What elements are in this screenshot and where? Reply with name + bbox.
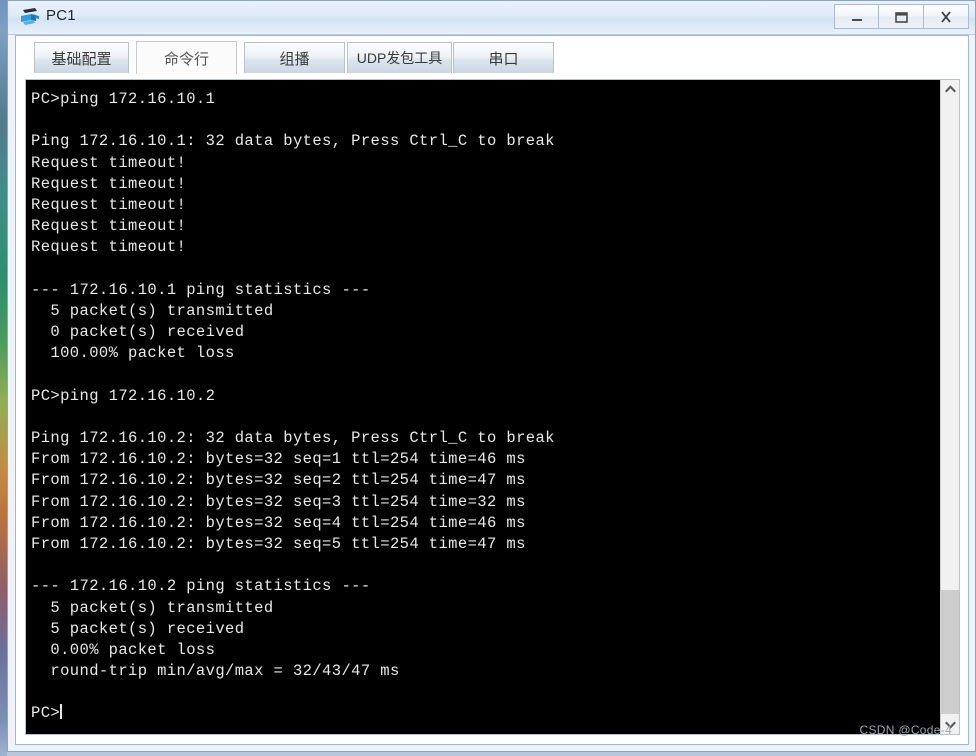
tab-basic-config[interactable]: 基础配置: [34, 42, 129, 73]
tab-udp-tool[interactable]: UDP发包工具: [347, 42, 452, 73]
watermark-text: CSDN @Code-4: [859, 723, 952, 737]
terminal-line: Ping 172.16.10.1: 32 data bytes, Press C…: [31, 132, 555, 151]
terminal-line: 0.00% packet loss: [31, 640, 216, 659]
tab-label: 串口: [488, 50, 519, 68]
tab-label: 组播: [279, 50, 310, 68]
terminal-line: From 172.16.10.2: bytes=32 seq=5 ttl=254…: [31, 534, 526, 553]
terminal-cursor: [60, 704, 63, 720]
terminal-line: 0 packet(s) received: [31, 323, 245, 342]
pc1-window: PC1 基础配置 命令行 组播 UDP发包工具 串口 PC>ping 172.1…: [7, 0, 976, 752]
close-button[interactable]: [924, 4, 969, 29]
terminal-line: Request timeout!: [31, 174, 187, 193]
tab-label: 基础配置: [51, 50, 112, 68]
desktop-background-edge: [0, 0, 7, 756]
minimize-button[interactable]: [834, 4, 879, 29]
terminal-line: 100.00% packet loss: [31, 344, 235, 363]
terminal-line: Request timeout!: [31, 238, 187, 257]
terminal-line: --- 172.16.10.2 ping statistics ---: [31, 577, 371, 596]
tab-serial-port[interactable]: 串口: [453, 42, 554, 73]
terminal-line: PC>ping 172.16.10.1: [31, 90, 216, 108]
scrollbar-track[interactable]: [941, 98, 959, 716]
scroll-up-button[interactable]: [941, 80, 959, 98]
terminal-line: From 172.16.10.2: bytes=32 seq=3 ttl=254…: [31, 492, 526, 511]
terminal-line: Ping 172.16.10.2: 32 data bytes, Press C…: [31, 429, 555, 447]
terminal-line: From 172.16.10.2: bytes=32 seq=1 ttl=254…: [31, 450, 526, 469]
terminal-line: PC>ping 172.16.10.2: [31, 386, 216, 405]
screenshot-root: PC1 基础配置 命令行 组播 UDP发包工具 串口 PC>ping 172.1…: [0, 0, 976, 756]
tab-label: UDP发包工具: [356, 50, 443, 66]
scrollbar-thumb[interactable]: [941, 590, 959, 714]
window-title: PC1: [46, 7, 76, 24]
terminal-line: round-trip min/avg/max = 32/43/47 ms: [31, 662, 400, 681]
tab-label: 命令行: [163, 50, 209, 68]
terminal-output[interactable]: PC>ping 172.16.10.1 Ping 172.16.10.1: 32 …: [26, 80, 942, 734]
terminal-line: 5 packet(s) transmitted: [31, 301, 274, 320]
window-titlebar[interactable]: PC1: [8, 1, 975, 35]
tab-bar: 基础配置 命令行 组播 UDP发包工具 串口: [16, 36, 968, 74]
terminal-line: Request timeout!: [31, 153, 187, 172]
terminal-line: From 172.16.10.2: bytes=32 seq=4 ttl=254…: [31, 513, 526, 532]
maximize-button[interactable]: [879, 4, 924, 29]
terminal-line: PC>: [31, 704, 63, 723]
terminal-line: 5 packet(s) received: [31, 619, 245, 638]
pc-device-icon: [19, 7, 41, 27]
terminal-line: 5 packet(s) transmitted: [31, 598, 274, 617]
terminal-panel: PC>ping 172.16.10.1 Ping 172.16.10.1: 32 …: [25, 79, 960, 735]
tab-multicast[interactable]: 组播: [244, 42, 345, 73]
terminal-line: Request timeout!: [31, 217, 187, 236]
terminal-line: From 172.16.10.2: bytes=32 seq=2 ttl=254…: [31, 471, 526, 490]
window-controls: [834, 4, 969, 29]
terminal-line: --- 172.16.10.1 ping statistics ---: [31, 280, 371, 299]
terminal-line: Request timeout!: [31, 195, 187, 214]
window-client-area: 基础配置 命令行 组播 UDP发包工具 串口 PC>ping 172.16.10…: [15, 35, 969, 745]
chevron-up-icon: [944, 85, 956, 93]
tab-command-line[interactable]: 命令行: [136, 41, 237, 74]
terminal-scrollbar[interactable]: [940, 80, 959, 734]
